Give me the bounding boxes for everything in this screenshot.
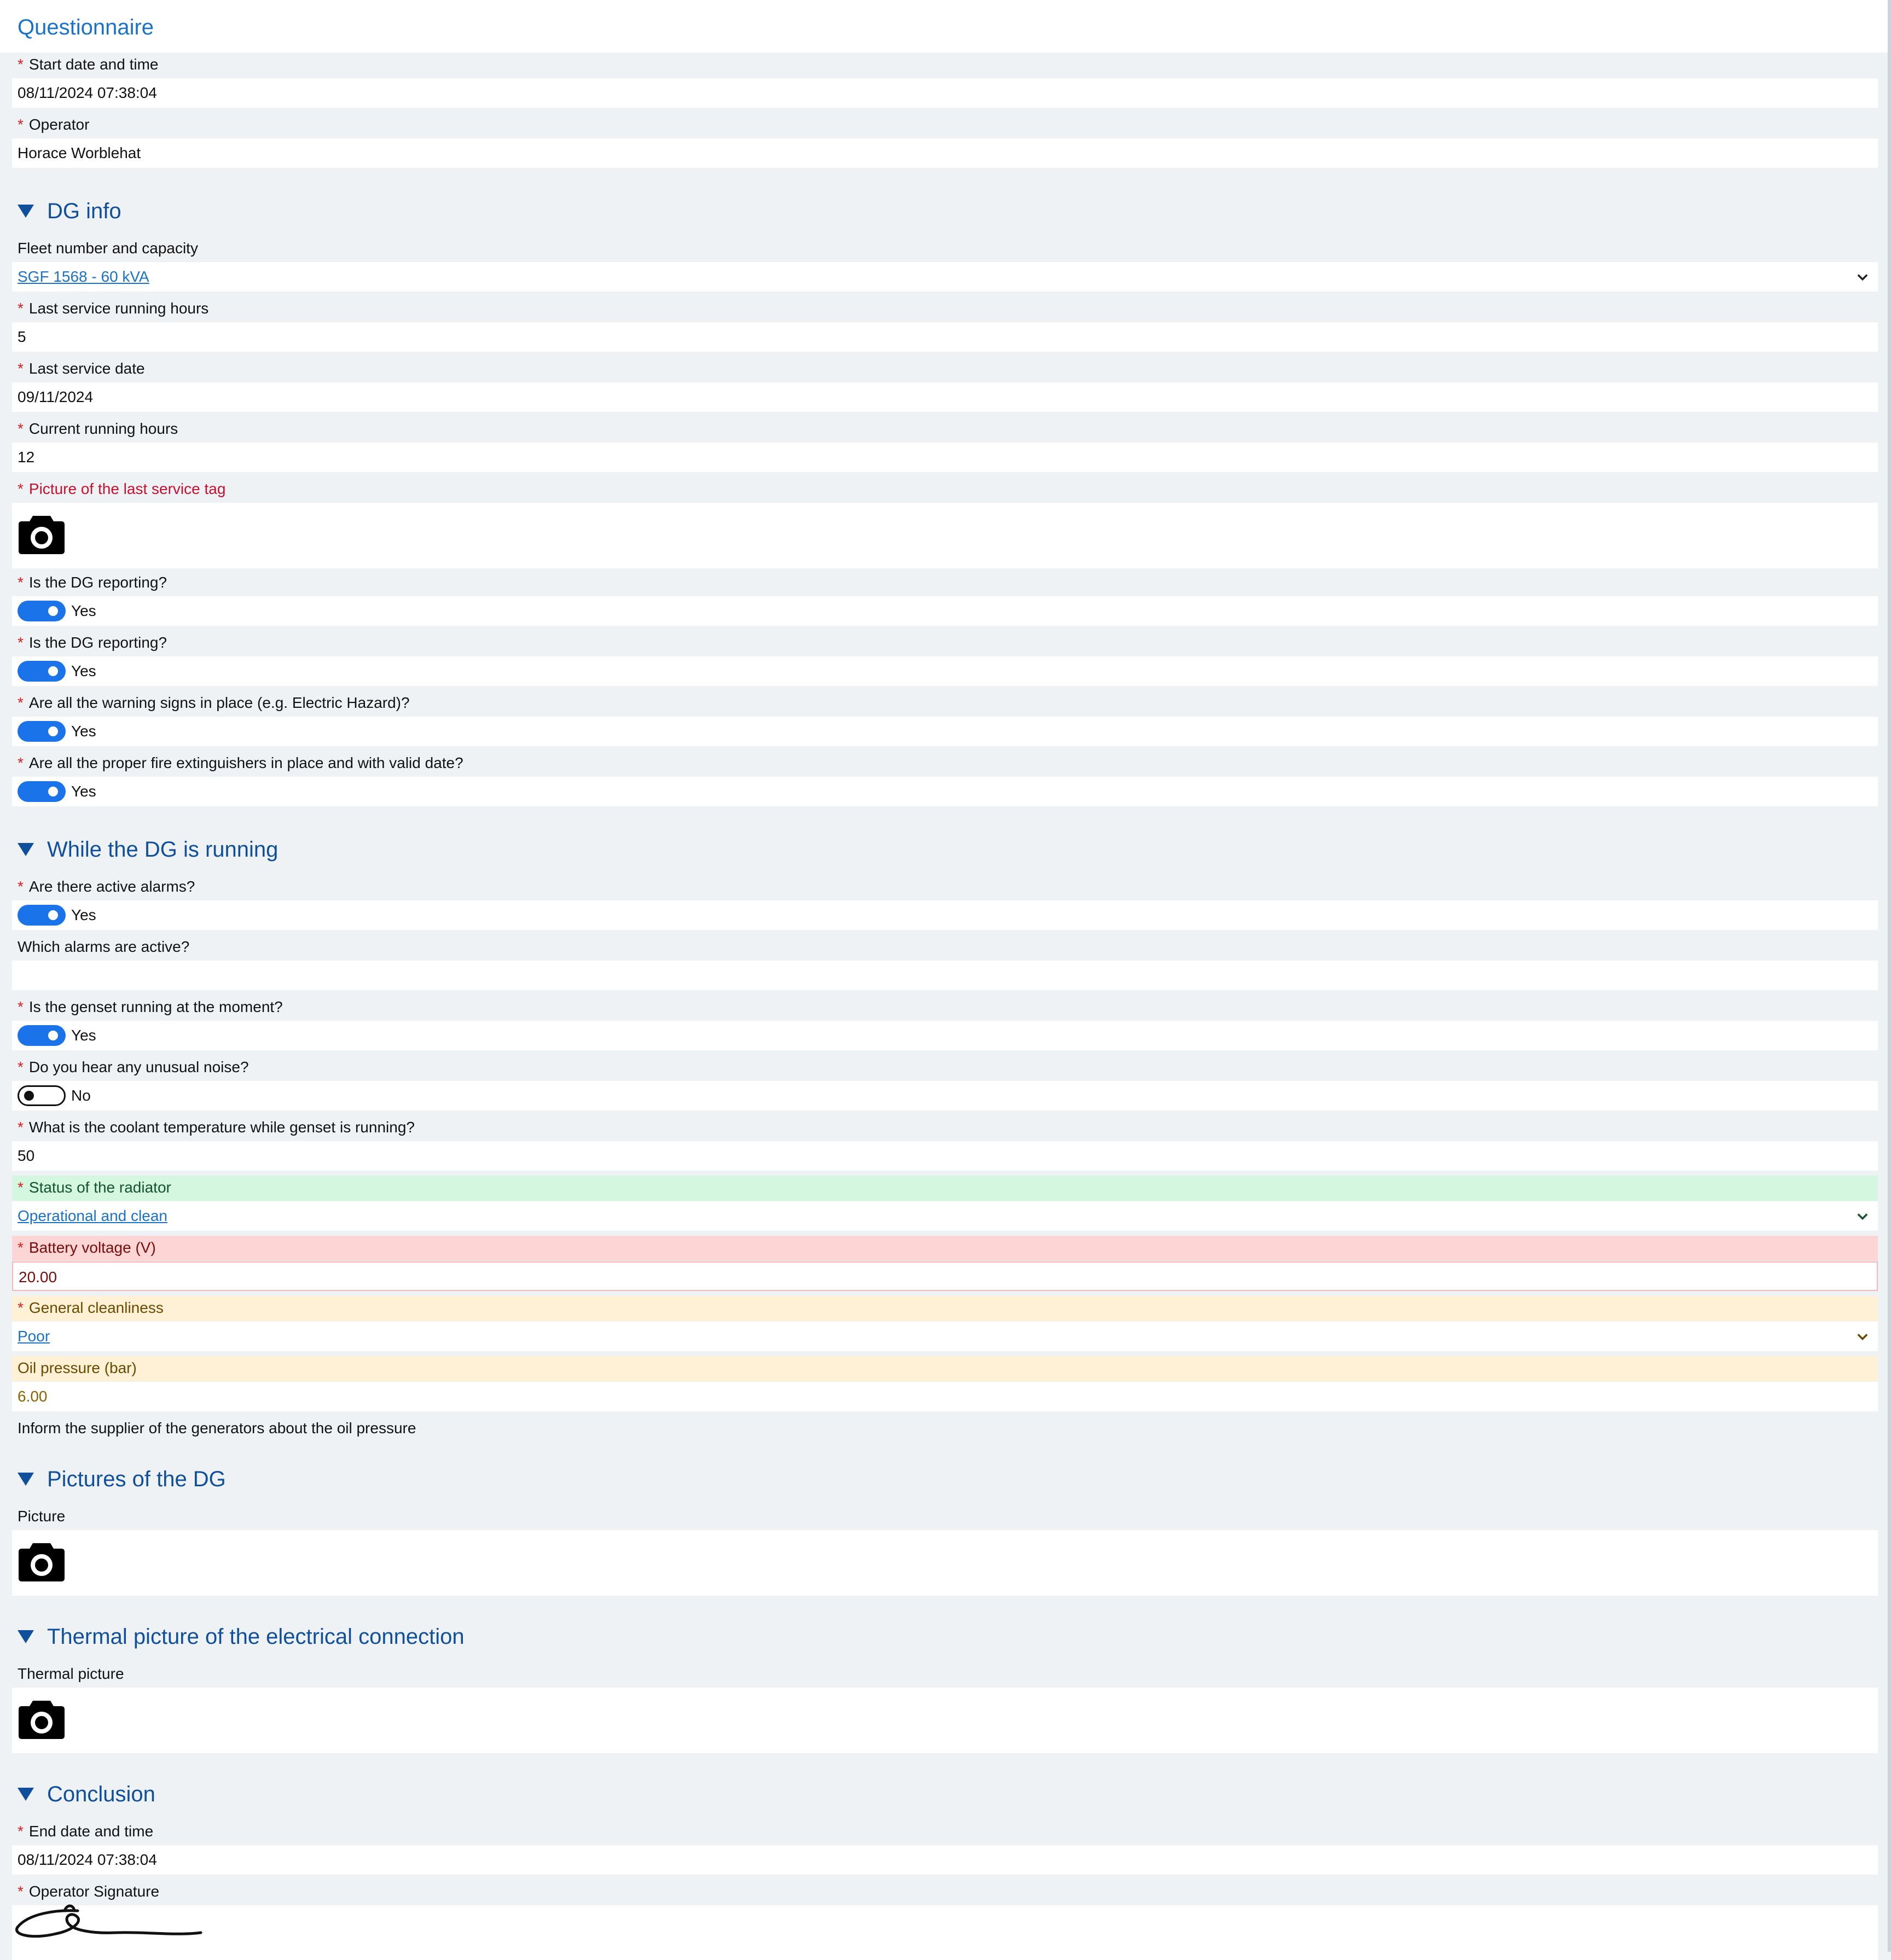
battery-label: * Battery voltage (V) [18, 1239, 156, 1256]
chevron-down-icon [1857, 274, 1868, 281]
triangle-down-icon [18, 1630, 34, 1643]
warning-signs-label: * Are all the warning signs in place (e.g… [18, 694, 410, 711]
operator-field[interactable]: Horace Worblehat [12, 138, 1878, 168]
reporting-1-field: Yes [12, 596, 1878, 626]
last-service-date-field[interactable]: 09/11/2024 [12, 382, 1878, 412]
fleet-label: Fleet number and capacity [18, 240, 198, 257]
required-mark: * [18, 1823, 24, 1840]
which-alarms-label: Which alarms are active? [18, 938, 190, 955]
end-date-label: * End date and time [18, 1823, 154, 1840]
active-alarms-label: * Are there active alarms? [18, 878, 195, 895]
unusual-noise-toggle[interactable] [18, 1085, 66, 1106]
last-service-date-label: * Last service date [18, 360, 145, 377]
start-date-field[interactable]: 08/11/2024 07:38:04 [12, 78, 1878, 108]
oil-pressure-label-bg [12, 1356, 1878, 1381]
battery-field[interactable]: 20.00 [12, 1261, 1878, 1291]
triangle-down-icon [18, 1473, 34, 1486]
required-mark: * [18, 754, 24, 771]
required-mark: * [18, 116, 24, 133]
chevron-down-icon [1857, 1334, 1868, 1341]
reporting-2-field: Yes [12, 656, 1878, 686]
thermal-picture-label: Thermal picture [18, 1665, 124, 1682]
picture-label: Picture [18, 1508, 66, 1525]
camera-icon[interactable] [19, 514, 65, 554]
triangle-down-icon [18, 843, 34, 856]
unusual-noise-field: No [12, 1081, 1878, 1110]
title-bar [0, 0, 1891, 53]
operator-label: * Operator [18, 116, 90, 133]
genset-running-toggle[interactable] [18, 1025, 66, 1046]
radiator-label: * Status of the radiator [18, 1179, 171, 1196]
last-service-hours-label: * Last service running hours [18, 300, 209, 317]
thermal-picture-field [12, 1688, 1878, 1753]
triangle-down-icon [18, 205, 34, 218]
unusual-noise-label: * Do you hear any unusual noise? [18, 1058, 249, 1075]
scrollbar-edge[interactable] [1888, 0, 1891, 1952]
which-alarms-field[interactable] [12, 961, 1878, 990]
coolant-temp-field[interactable]: 50 [12, 1141, 1878, 1171]
signature-pad[interactable] [12, 1904, 1878, 1960]
reporting-1-label: * Is the DG reporting? [18, 574, 167, 591]
required-mark: * [18, 1239, 24, 1256]
required-mark: * [18, 1119, 24, 1136]
current-hours-label: * Current running hours [18, 420, 178, 437]
required-mark: * [18, 1179, 24, 1196]
cleanliness-label-bg [12, 1296, 1878, 1321]
warning-signs-toggle[interactable] [18, 720, 66, 742]
reporting-2-label: * Is the DG reporting? [18, 634, 167, 651]
genset-running-field: Yes [12, 1021, 1878, 1050]
oil-pressure-note: Inform the supplier of the generators ab… [18, 1420, 416, 1436]
required-mark: * [18, 420, 24, 437]
required-mark: * [18, 480, 24, 497]
fire-extinguishers-field: Yes [12, 777, 1878, 806]
genset-running-label: * Is the genset running at the moment? [18, 998, 283, 1015]
chevron-down-icon [1857, 1213, 1868, 1220]
warning-signs-field: Yes [12, 717, 1878, 746]
required-mark: * [18, 878, 24, 895]
oil-pressure-field[interactable]: 6.00 [12, 1382, 1878, 1411]
triangle-down-icon [18, 1788, 34, 1801]
service-tag-picture-field [12, 503, 1878, 568]
end-date-field[interactable]: 08/11/2024 07:38:04 [12, 1845, 1878, 1875]
camera-icon[interactable] [19, 1699, 65, 1739]
last-service-hours-field[interactable]: 5 [12, 322, 1878, 352]
required-mark: * [18, 694, 24, 711]
required-mark: * [18, 300, 24, 317]
required-mark: * [18, 574, 24, 591]
required-mark: * [18, 998, 24, 1015]
active-alarms-toggle[interactable] [18, 904, 66, 926]
section-while-running[interactable]: While the DG is running [18, 834, 278, 865]
fire-extinguishers-label: * Are all the proper fire extinguishers i… [18, 754, 463, 771]
section-thermal[interactable]: Thermal picture of the electrical connec… [18, 1621, 465, 1652]
start-date-label: * Start date and time [18, 56, 159, 73]
radiator-label-bg [12, 1176, 1878, 1201]
page-title: Questionnaire [18, 15, 154, 39]
service-tag-picture-label: * Picture of the last service tag [18, 480, 226, 497]
coolant-temp-label: * What is the coolant temperature while g… [18, 1119, 415, 1136]
section-conclusion[interactable]: Conclusion [18, 1779, 155, 1810]
required-mark: * [18, 1299, 24, 1316]
reporting-2-toggle[interactable] [18, 660, 66, 682]
active-alarms-field: Yes [12, 900, 1878, 930]
battery-label-bg [12, 1236, 1878, 1261]
required-mark: * [18, 634, 24, 651]
cleanliness-select[interactable]: Poor [12, 1322, 1878, 1351]
section-dg-info[interactable]: DG info [18, 196, 121, 226]
picture-field [12, 1530, 1878, 1596]
current-hours-field[interactable]: 12 [12, 443, 1878, 472]
signature-drawing [15, 1904, 202, 1938]
fire-extinguishers-toggle[interactable] [18, 781, 66, 802]
radiator-select[interactable]: Operational and clean [12, 1201, 1878, 1231]
camera-icon[interactable] [19, 1541, 65, 1581]
fleet-select[interactable]: SGF 1568 - 60 kVA [12, 262, 1878, 292]
reporting-1-toggle[interactable] [18, 600, 66, 621]
section-pictures[interactable]: Pictures of the DG [18, 1464, 226, 1494]
required-mark: * [18, 1058, 24, 1075]
oil-pressure-label: Oil pressure (bar) [18, 1359, 137, 1376]
cleanliness-label: * General cleanliness [18, 1299, 164, 1316]
required-mark: * [18, 360, 24, 377]
required-mark: * [18, 56, 24, 73]
